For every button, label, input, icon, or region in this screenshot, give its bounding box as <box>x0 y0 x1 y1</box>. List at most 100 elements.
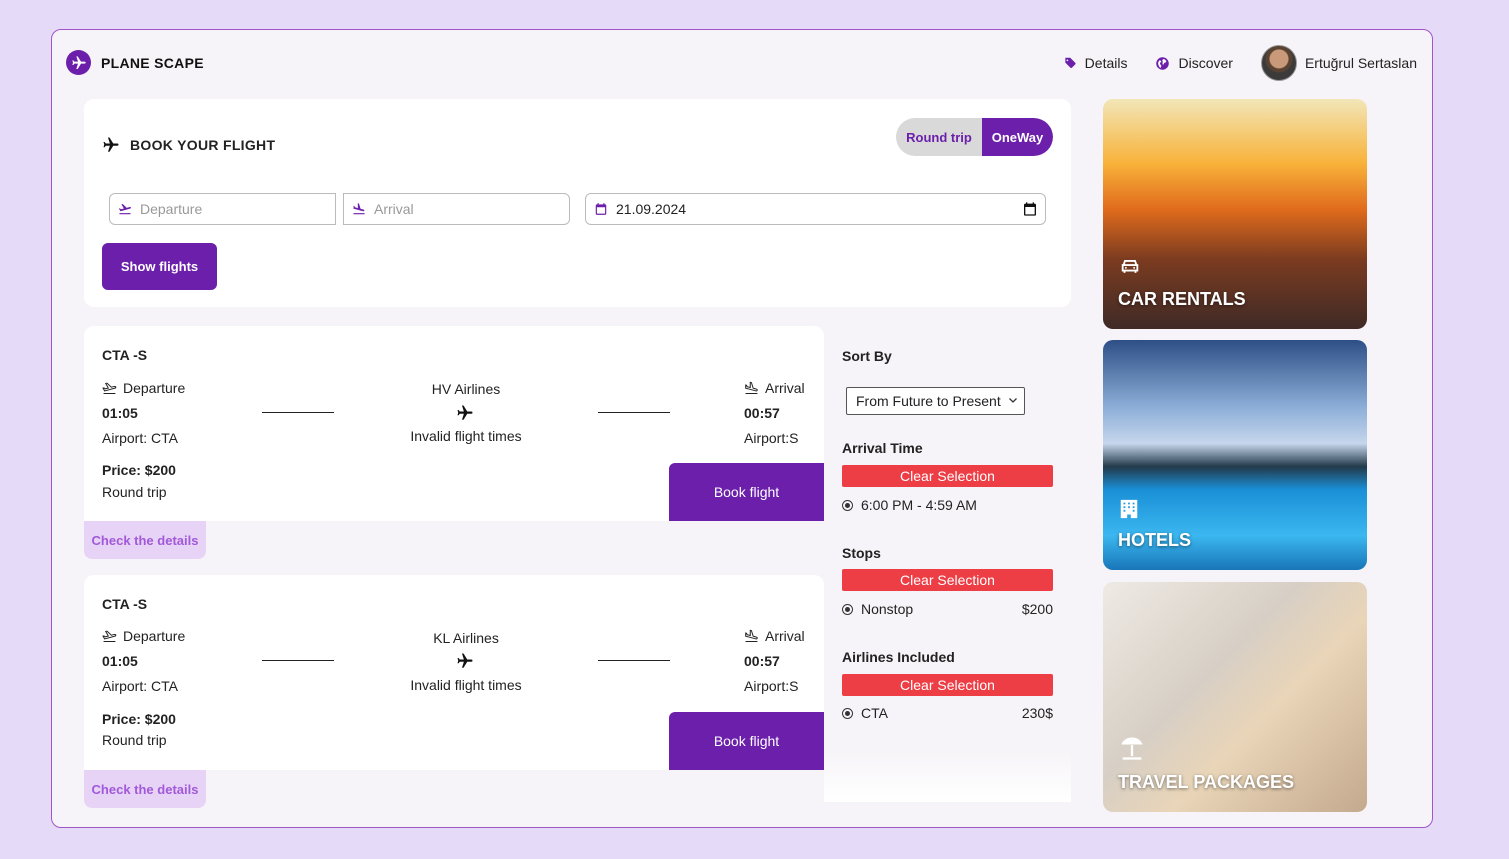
arrival-label-text: Arrival <box>765 380 805 396</box>
car-rentals-tile[interactable]: CAR RENTALS <box>1103 99 1367 329</box>
clear-arrival-button[interactable]: Clear Selection <box>842 465 1053 487</box>
chevron-down-icon <box>1009 398 1017 403</box>
trip-type: Round trip <box>102 732 167 748</box>
arrival-input[interactable]: Arrival <box>343 193 570 225</box>
arrival-label: Arrival <box>744 628 805 644</box>
radio-selected[interactable] <box>842 707 853 719</box>
airlines-option-price: 230$ <box>1021 705 1053 721</box>
plane-takeoff-icon <box>118 204 131 215</box>
airplane-icon <box>457 653 473 668</box>
arrival-placeholder: Arrival <box>374 201 414 217</box>
tile-label: HOTELS <box>1118 530 1192 550</box>
departure-airport: Airport: CTA <box>102 430 178 446</box>
beach-umbrella-icon <box>1121 737 1143 760</box>
radio-selected[interactable] <box>842 603 853 615</box>
stops-option[interactable]: Nonstop $200 <box>842 601 1053 617</box>
plane-landing-icon <box>353 203 365 215</box>
date-input[interactable]: 21.09.2024 <box>585 193 1046 225</box>
airlines-label: Airlines Included <box>842 649 955 665</box>
trip-type-oneway[interactable]: OneWay <box>982 118 1053 156</box>
arrival-time-label: Arrival Time <box>842 440 923 456</box>
arrival-airport: Airport:S <box>744 430 799 446</box>
departure-time: 01:05 <box>102 405 138 421</box>
nav-discover-label: Discover <box>1178 55 1233 71</box>
departure-label: Departure <box>102 380 185 396</box>
tag-icon <box>1065 57 1076 69</box>
calendar-icon <box>595 203 607 215</box>
globe-icon <box>1156 56 1170 70</box>
arrival-option-label: 6:00 PM - 4:59 AM <box>861 497 977 513</box>
airlines-option-label: CTA <box>861 705 888 721</box>
route-line-left <box>262 412 334 413</box>
user-name: Ertuğrul Sertaslan <box>1304 55 1417 71</box>
nav-details[interactable]: Details <box>1063 55 1128 71</box>
top-nav: Details Discover Ertuğrul Sertaslan <box>1063 45 1417 81</box>
flight-route: CTA -S <box>102 596 148 612</box>
stops-option-price: $200 <box>1021 601 1053 617</box>
route-line-right <box>598 412 670 413</box>
avatar <box>1260 45 1297 81</box>
car-icon <box>1121 260 1139 273</box>
plane-landing-icon <box>745 629 758 642</box>
airplane-icon <box>103 137 119 152</box>
sort-label: Sort By <box>842 348 892 364</box>
clear-stops-button[interactable]: Clear Selection <box>842 569 1053 591</box>
book-flight-button[interactable]: Book flight <box>669 712 824 770</box>
trip-type-toggle: Round trip OneWay <box>896 118 1053 156</box>
departure-airport: Airport: CTA <box>102 678 178 694</box>
book-flight-button[interactable]: Book flight <box>669 463 824 521</box>
hotels-tile[interactable]: HOTELS <box>1103 340 1367 570</box>
tile-label: TRAVEL PACKAGES <box>1118 772 1295 792</box>
airline-name: KL Airlines <box>433 630 499 646</box>
panel-fade <box>824 750 1071 802</box>
airlines-option[interactable]: CTA 230$ <box>842 705 1053 721</box>
arrival-label-text: Arrival <box>765 628 805 644</box>
flight-route: CTA -S <box>102 347 148 363</box>
departure-placeholder: Departure <box>140 201 203 217</box>
trip-type: Round trip <box>102 484 167 500</box>
tile-label: CAR RENTALS <box>1118 289 1246 309</box>
airline-name: HV Airlines <box>431 381 501 397</box>
departure-input[interactable]: Departure <box>109 193 336 225</box>
brand-logo[interactable]: PLANE SCAPE <box>66 50 204 75</box>
nav-details-label: Details <box>1084 55 1128 71</box>
plane-logo-icon <box>66 50 91 75</box>
show-flights-button[interactable]: Show flights <box>102 243 217 290</box>
check-details-button[interactable]: Check the details <box>84 521 206 559</box>
booking-title: BOOK YOUR FLIGHT <box>102 136 275 154</box>
hotel-icon <box>1120 499 1138 519</box>
departure-label-text: Departure <box>123 380 186 396</box>
booking-title-text: BOOK YOUR FLIGHT <box>130 137 276 153</box>
route-line-right <box>598 660 670 661</box>
check-details-button[interactable]: Check the details <box>84 770 206 808</box>
sort-select[interactable]: From Future to Present <box>846 387 1025 415</box>
plane-landing-icon <box>745 381 758 394</box>
airplane-icon <box>457 405 473 420</box>
flight-card: CTA -S Departure 01:05 Airport: CTA HV A… <box>84 326 824 521</box>
departure-time: 01:05 <box>102 653 138 669</box>
flight-price: Price: $200 <box>102 462 176 478</box>
user-profile[interactable]: Ertuğrul Sertaslan <box>1260 45 1417 81</box>
arrival-time-option[interactable]: 6:00 PM - 4:59 AM <box>842 497 1053 513</box>
flight-status: Invalid flight times <box>410 428 522 444</box>
date-picker-icon[interactable] <box>1022 201 1038 217</box>
departure-label: Departure <box>102 628 185 644</box>
trip-type-round[interactable]: Round trip <box>896 118 982 156</box>
radio-selected[interactable] <box>842 499 853 511</box>
booking-panel: BOOK YOUR FLIGHT Round trip OneWay Depar… <box>84 99 1071 307</box>
sort-select-value: From Future to Present <box>856 393 1001 409</box>
plane-takeoff-icon <box>102 382 117 394</box>
nav-discover[interactable]: Discover <box>1155 55 1233 71</box>
flight-status: Invalid flight times <box>410 677 522 693</box>
arrival-label: Arrival <box>744 380 805 396</box>
travel-packages-tile[interactable]: TRAVEL PACKAGES <box>1103 582 1367 812</box>
route-line-left <box>262 660 334 661</box>
flight-card: CTA -S Departure 01:05 Airport: CTA KL A… <box>84 575 824 770</box>
stops-option-label: Nonstop <box>861 601 914 617</box>
arrival-airport: Airport:S <box>744 678 799 694</box>
brand-name: PLANE SCAPE <box>101 54 204 71</box>
arrival-time: 00:57 <box>744 405 780 421</box>
stops-label: Stops <box>842 545 881 561</box>
clear-airlines-button[interactable]: Clear Selection <box>842 674 1053 696</box>
arrival-time: 00:57 <box>744 653 780 669</box>
